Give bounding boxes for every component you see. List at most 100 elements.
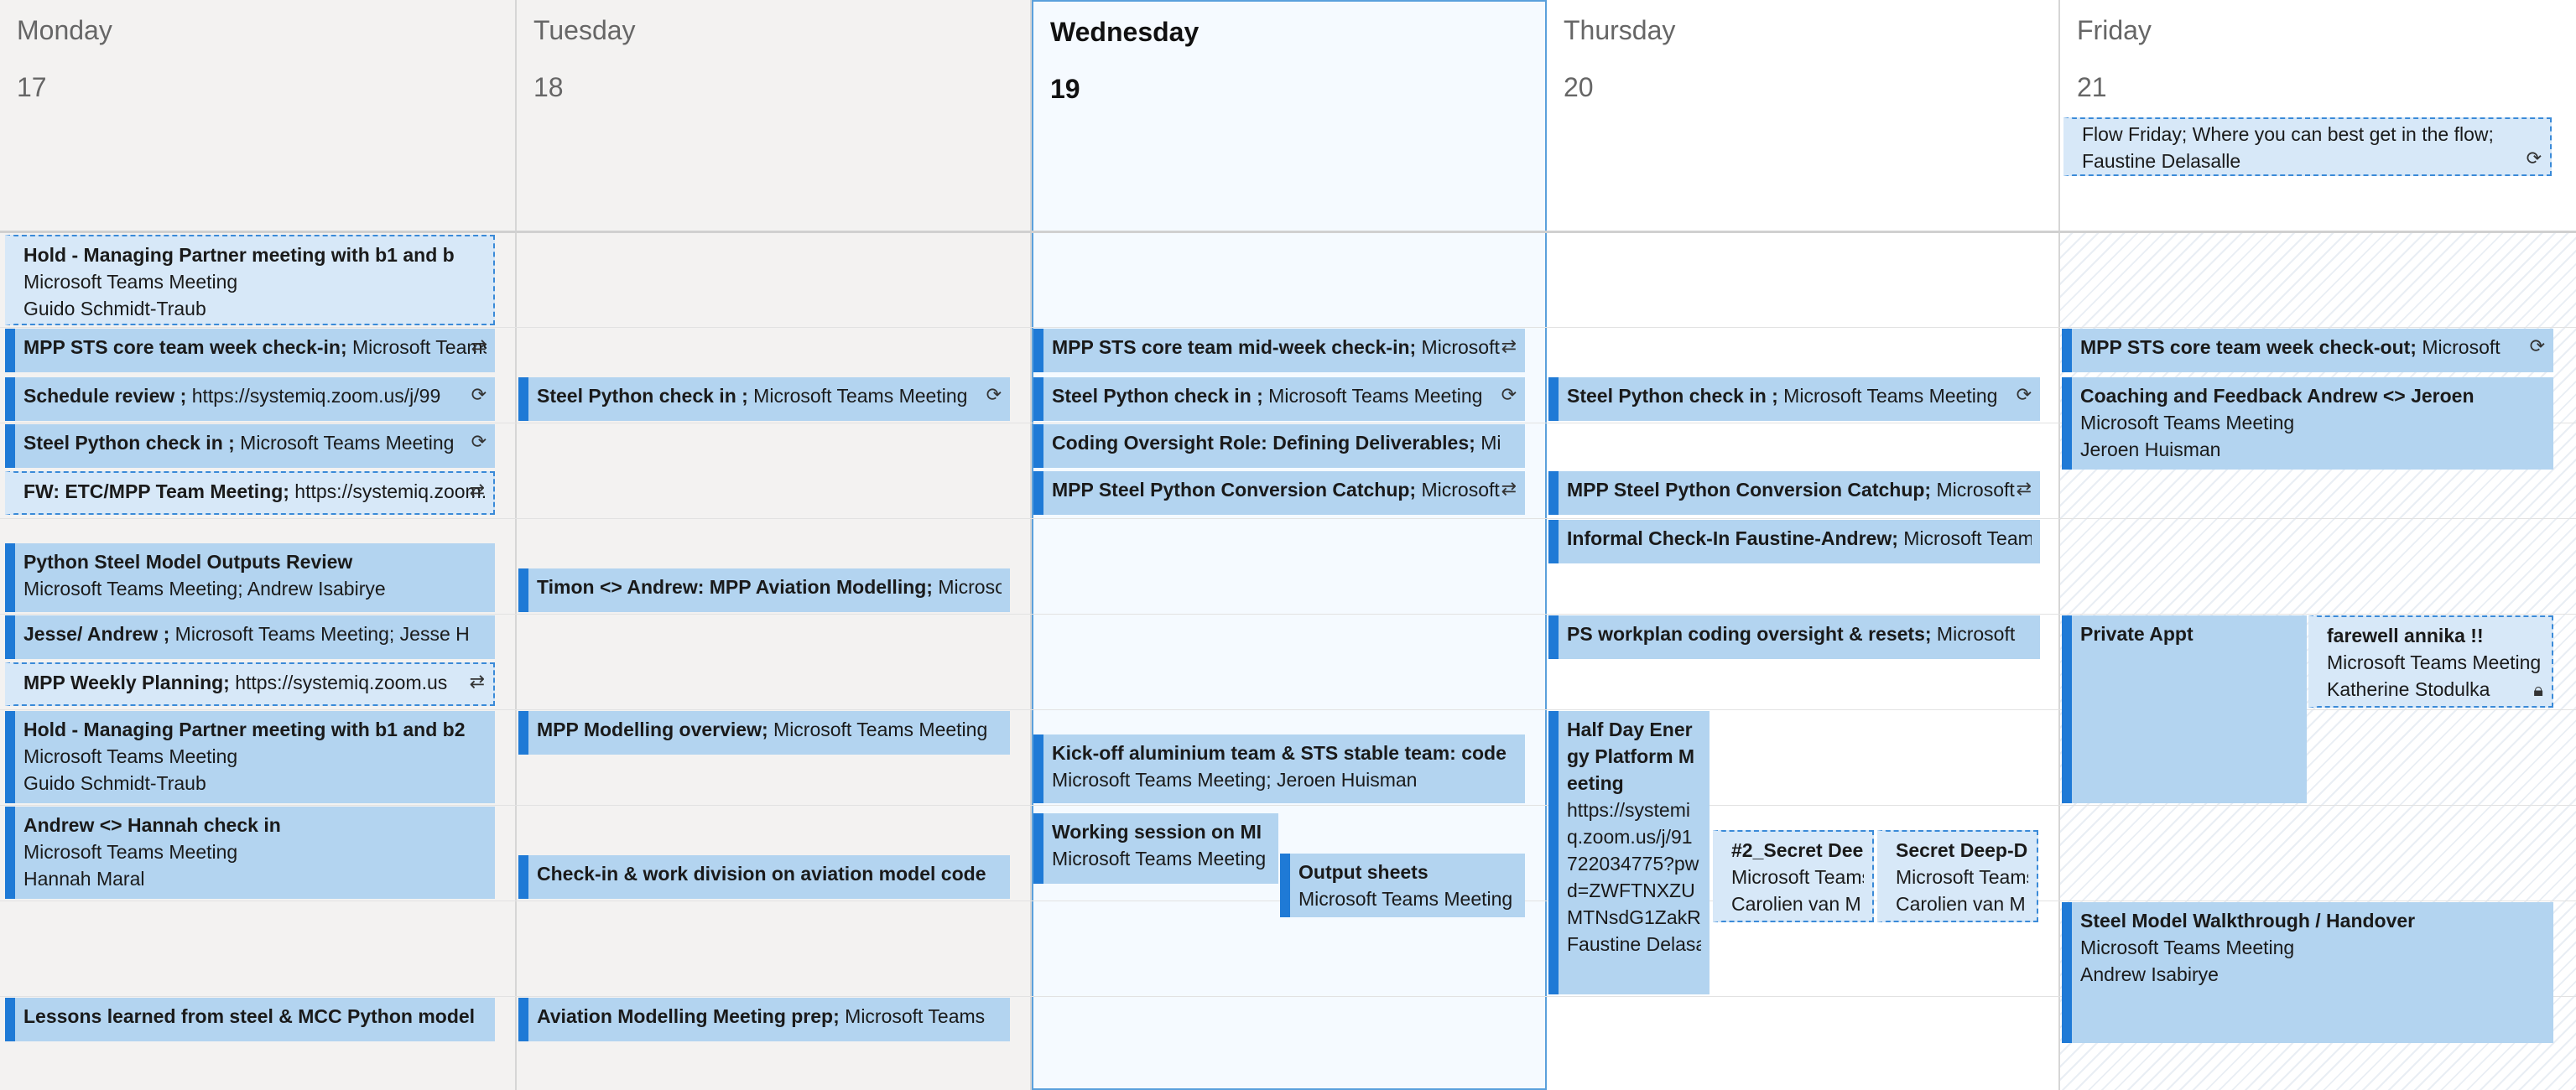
calendar-week-view: Monday 17 Tuesday 18 Wednesday 19 Thursd… <box>0 0 2576 1090</box>
event-title: Secret Deep-D <box>1896 839 2028 861</box>
event-location: Microsoft Teams Meeting <box>1298 888 1513 910</box>
event-organizer: Faustine Delasalle <box>1567 933 1701 955</box>
event-location: Microsoft Teams Meeting <box>1052 848 1267 869</box>
recurring-icon: ⟳ <box>2526 148 2542 169</box>
event-coding-oversight-role[interactable]: Coding Oversight Role: Defining Delivera… <box>1033 424 1525 468</box>
day-number: 19 <box>1050 74 1080 104</box>
event-organizer: Carolien van M <box>1731 893 1861 915</box>
event-steel-python-check-in[interactable]: Steel Python check in ; Microsoft Teams … <box>1033 377 1525 421</box>
recurring-icon: ⟳ <box>2016 384 2032 405</box>
event-coaching-feedback[interactable]: Coaching and Feedback Andrew <> Jeroen M… <box>2062 377 2553 470</box>
event-flow-friday[interactable]: Flow Friday; Where you can best get in t… <box>2063 117 2552 176</box>
event-organizer: Faustine Delasalle <box>2082 150 2241 172</box>
event-location: Microsoft <box>1931 623 2016 645</box>
event-location: Microsoft Teams Meeting <box>23 271 238 293</box>
event-location: https://systemiq.zoom.us <box>229 672 448 693</box>
event-informal-check-in[interactable]: Informal Check-In Faustine-Andrew; Micro… <box>1548 520 2040 563</box>
day-column-tuesday[interactable]: Tuesday 18 <box>517 0 1032 1090</box>
event-location: Microsoft Teams Meeting; Jeroen Huisman <box>1052 769 1418 791</box>
day-column-wednesday[interactable]: Wednesday 19 <box>1032 0 1547 1090</box>
header-separator <box>0 231 2576 233</box>
day-name: Friday <box>2077 15 2152 45</box>
event-title: Flow Friday; Where you can best get in t… <box>2082 123 2494 145</box>
event-working-session[interactable]: Working session on MI Microsoft Teams Me… <box>1033 813 1278 884</box>
hour-line <box>0 518 2576 519</box>
event-schedule-review[interactable]: Schedule review ; https://systemiq.zoom.… <box>5 377 495 421</box>
recurring-exception-icon: ⇄ <box>2016 478 2032 499</box>
event-title: Steel Python check in ; <box>23 432 235 454</box>
event-title: MPP Weekly Planning; <box>23 672 230 693</box>
event-title: Timon <> Andrew: MPP Aviation Modelling; <box>537 576 933 598</box>
event-ps-workplan[interactable]: PS workplan coding oversight & resets; M… <box>1548 615 2040 659</box>
event-location: Microsoft Teams Meeting <box>2080 937 2295 958</box>
event-title: Working session on MI <box>1052 821 1262 843</box>
event-hold-managing-partner-2[interactable]: Hold - Managing Partner meeting with b1 … <box>5 711 495 803</box>
event-etc-mpp-team-meeting[interactable]: FW: ETC/MPP Team Meeting; https://system… <box>5 471 495 515</box>
recurring-icon: ⟳ <box>986 384 1002 405</box>
event-mpp-sts-week-check-in[interactable]: MPP STS core team week check-in; Microso… <box>5 329 495 372</box>
event-check-in-work-division[interactable]: Check-in & work division on aviation mod… <box>518 855 1010 899</box>
event-title: Schedule review ; <box>23 385 187 407</box>
event-title: Coding Oversight Role: Defining Delivera… <box>1052 432 1475 454</box>
event-steel-python-check-in[interactable]: Steel Python check in ; Microsoft Teams … <box>1548 377 2040 421</box>
event-title: Check-in & work division on aviation mod… <box>537 863 986 885</box>
event-mpp-modelling-overview[interactable]: MPP Modelling overview; Microsoft Teams … <box>518 711 1010 755</box>
event-title: Hold - Managing Partner meeting with b1 … <box>23 719 466 740</box>
recurring-exception-icon: ⇄ <box>1501 478 1517 499</box>
event-aviation-modelling-prep[interactable]: Aviation Modelling Meeting prep; Microso… <box>518 998 1010 1041</box>
event-mpp-steel-python-conversion[interactable]: MPP Steel Python Conversion Catchup; Mic… <box>1033 471 1525 515</box>
event-location: Microsoft <box>1931 479 2015 501</box>
event-mpp-sts-week-check-out[interactable]: MPP STS core team week check-out; Micros… <box>2062 329 2553 372</box>
event-secret-deep-dive-2[interactable]: #2_Secret Deep Microsoft Teams Carolien … <box>1713 830 1874 922</box>
event-location: Microsoft <box>1416 336 1500 358</box>
recurring-exception-icon: ⇄ <box>469 480 485 501</box>
recurring-icon: ⟳ <box>471 384 487 405</box>
event-steel-python-check-in[interactable]: Steel Python check in ; Microsoft Teams … <box>518 377 1010 421</box>
hour-line <box>0 327 2576 328</box>
event-andrew-hannah-check-in[interactable]: Andrew <> Hannah check in Microsoft Team… <box>5 807 495 899</box>
event-title: Kick-off aluminium team & STS stable tea… <box>1052 742 1507 764</box>
event-title: FW: ETC/MPP Team Meeting; <box>23 480 289 502</box>
event-farewell-annika[interactable]: farewell annika !! Microsoft Teams Meeti… <box>2308 615 2553 708</box>
event-timon-andrew-aviation[interactable]: Timon <> Andrew: MPP Aviation Modelling;… <box>518 568 1010 612</box>
event-half-day-energy-platform[interactable]: Half Day Energy Platform Meeting https:/… <box>1548 711 1710 994</box>
event-title: Lessons learned from steel & MCC Python … <box>23 1005 476 1027</box>
event-location: Microsoft Teams Meeting <box>23 841 238 863</box>
event-hold-managing-partner[interactable]: Hold - Managing Partner meeting with b1 … <box>5 235 495 325</box>
event-lessons-learned[interactable]: Lessons learned from steel & MCC Python … <box>5 998 495 1041</box>
event-mpp-steel-python-conversion[interactable]: MPP Steel Python Conversion Catchup; Mic… <box>1548 471 2040 515</box>
event-title: Half Day Energy Platform Meeting <box>1567 719 1695 794</box>
event-location: Microsoft <box>1416 479 1500 501</box>
event-title: Steel Model Walkthrough / Handover <box>2080 910 2416 932</box>
event-python-steel-outputs-review[interactable]: Python Steel Model Outputs Review Micros… <box>5 543 495 612</box>
day-name: Wednesday <box>1050 17 1200 47</box>
event-kickoff-aluminium[interactable]: Kick-off aluminium team & STS stable tea… <box>1033 734 1525 803</box>
event-title: MPP STS core team week check-out; <box>2080 336 2417 358</box>
event-mpp-sts-midweek-check-in[interactable]: MPP STS core team mid-week check-in; Mic… <box>1033 329 1525 372</box>
event-location: Microsoft Teams Meeting; Andrew Isabirye <box>23 578 386 600</box>
event-steel-model-walkthrough[interactable]: Steel Model Walkthrough / Handover Micro… <box>2062 902 2553 1043</box>
event-steel-python-check-in[interactable]: Steel Python check in ; Microsoft Teams … <box>5 424 495 468</box>
event-title: Output sheets <box>1298 861 1429 883</box>
event-private-appt[interactable]: Private Appt <box>2062 615 2307 803</box>
event-output-sheets[interactable]: Output sheets Microsoft Teams Meeting <box>1280 854 1525 917</box>
event-jesse-andrew[interactable]: Jesse/ Andrew ; Microsoft Teams Meeting;… <box>5 615 495 659</box>
event-location: Microsoft <box>2416 336 2501 358</box>
recurring-exception-icon: ⇄ <box>471 335 487 356</box>
event-title: Steel Python check in ; <box>1567 385 1778 407</box>
event-organizer: Jeroen Huisman <box>2080 439 2221 460</box>
event-location: Microsoft Teams Meeting <box>352 336 487 358</box>
event-mpp-weekly-planning[interactable]: MPP Weekly Planning; https://systemiq.zo… <box>5 662 495 706</box>
event-location: Microsoft Teams Meeting <box>23 745 238 767</box>
event-location: Microsoft Teams Meeting; Jesse H <box>169 623 470 645</box>
event-location: Microsoft <box>938 576 1002 598</box>
event-location: Microsoft Teams <box>1897 527 2032 549</box>
event-organizer: Andrew Isabirye <box>2080 963 2219 985</box>
hour-line <box>0 614 2576 615</box>
day-name: Tuesday <box>533 15 636 45</box>
event-title: farewell annika !! <box>2327 625 2484 646</box>
event-location: Microsoft Teams Meeting <box>1262 385 1483 407</box>
event-title: MPP Modelling overview; <box>537 719 768 740</box>
event-location: Microsoft Teams <box>1731 866 1864 888</box>
event-secret-deep-dive[interactable]: Secret Deep-D Microsoft Teams Carolien v… <box>1877 830 2038 922</box>
